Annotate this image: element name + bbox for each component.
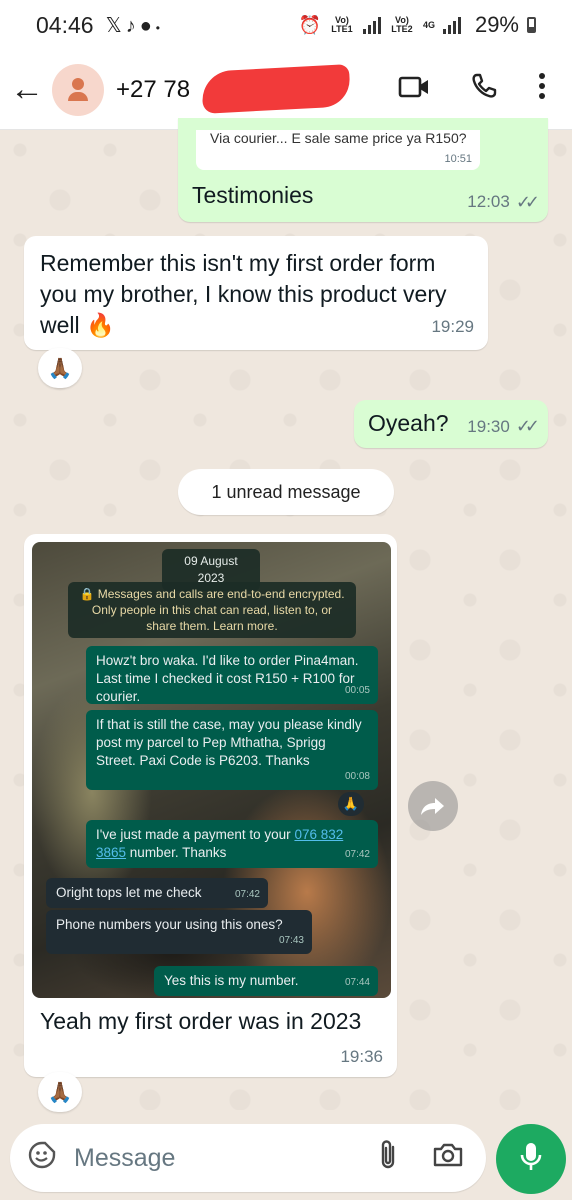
screenshot-image[interactable]: 09 August 2023 🔒 Messages and calls are … bbox=[32, 542, 391, 998]
unread-divider: 1 unread message bbox=[178, 469, 394, 515]
message-text: Remember this isn't my first order form … bbox=[40, 250, 447, 338]
message-time: 12:03 bbox=[467, 192, 510, 211]
battery-percent: 29% bbox=[474, 12, 519, 37]
signal2-icon bbox=[442, 16, 461, 34]
mini-message: I've just made a payment to your 076 832… bbox=[86, 820, 378, 868]
header-actions bbox=[398, 72, 546, 107]
notification-icons: 𝕏♪●• bbox=[106, 13, 164, 38]
battery-icon bbox=[527, 17, 536, 33]
net-type-label: 4G bbox=[422, 19, 435, 30]
message-time: 19:36 bbox=[340, 1047, 383, 1066]
mini-reaction: 🙏 bbox=[338, 792, 364, 816]
video-call-icon[interactable] bbox=[398, 74, 430, 106]
message-meta: 19:30 ✓✓ bbox=[467, 411, 540, 442]
message-oyeah[interactable]: Oyeah? 19:30 ✓✓ bbox=[354, 400, 548, 448]
message-meta: 19:36 bbox=[340, 1047, 383, 1067]
sticker-icon[interactable] bbox=[24, 1140, 60, 1177]
mic-button[interactable] bbox=[496, 1124, 566, 1194]
quoted-text: Via courier... E sale same price ya R150… bbox=[210, 130, 467, 146]
camera-icon[interactable] bbox=[428, 1142, 468, 1175]
avatar[interactable] bbox=[52, 63, 104, 116]
voice-call-icon[interactable] bbox=[470, 72, 498, 107]
mini-message: Howz't bro waka. I'd like to order Pina4… bbox=[86, 646, 378, 704]
quoted-time: 10:51 bbox=[444, 153, 472, 165]
menu-icon[interactable] bbox=[538, 72, 546, 107]
message-composer bbox=[10, 1124, 486, 1192]
double-check-icon: ✓✓ bbox=[515, 416, 540, 436]
mini-message: Phone numbers your using this ones? 07:4… bbox=[46, 910, 312, 954]
mini-message: Yes this is my number. 07:44 bbox=[154, 966, 378, 996]
image-caption: Yeah my first order was in 2023 bbox=[40, 1008, 362, 1034]
alarm-icon: ⏰ bbox=[298, 14, 321, 35]
mini-message: If that is still the case, may you pleas… bbox=[86, 710, 378, 790]
message-time: 19:29 bbox=[431, 317, 474, 336]
status-right: ⏰ Vo) LTE1 Vo) LTE2 4G 29% bbox=[299, 12, 536, 38]
chat-icon: ● bbox=[139, 14, 156, 37]
message-meta: 19:29 bbox=[431, 311, 474, 342]
attach-icon[interactable] bbox=[368, 1139, 408, 1178]
signal1-icon bbox=[362, 16, 381, 34]
status-time: 04:46 bbox=[36, 11, 94, 38]
encryption-notice: 🔒 Messages and calls are end-to-end encr… bbox=[68, 582, 356, 638]
message-remember[interactable]: Remember this isn't my first order form … bbox=[24, 236, 488, 350]
message-text: Testimonies bbox=[192, 182, 314, 208]
image-message[interactable]: 09 August 2023 🔒 Messages and calls are … bbox=[24, 534, 397, 1077]
double-check-icon: ✓✓ bbox=[515, 192, 540, 212]
forward-icon[interactable] bbox=[408, 781, 458, 831]
status-bar: 04:46 𝕏♪●• ⏰ Vo) LTE1 Vo) LTE2 4G 29% bbox=[0, 0, 572, 50]
mic-icon bbox=[519, 1141, 543, 1178]
quoted-message[interactable]: Via courier... E sale same price ya R150… bbox=[196, 130, 480, 170]
mini-message: Oright tops let me check 07:42 bbox=[46, 878, 268, 908]
x-icon: 𝕏 bbox=[105, 14, 126, 37]
message-input[interactable] bbox=[74, 1143, 344, 1173]
net2-label: Vo) LTE2 bbox=[391, 15, 413, 34]
contact-name[interactable]: +27 78 bbox=[116, 63, 351, 114]
net1-label: Vo) LTE1 bbox=[331, 15, 353, 34]
music-icon: ♪ bbox=[125, 14, 140, 37]
message-time: 19:30 bbox=[467, 417, 510, 436]
reaction-badge[interactable]: 🙏🏾 bbox=[38, 1072, 82, 1112]
message-meta: 12:03 ✓✓ bbox=[467, 192, 540, 213]
reaction-badge[interactable]: 🙏🏾 bbox=[38, 348, 82, 388]
redaction-mark bbox=[201, 63, 351, 114]
back-arrow-icon[interactable]: ← bbox=[2, 70, 52, 109]
dot-icon: • bbox=[155, 20, 164, 35]
